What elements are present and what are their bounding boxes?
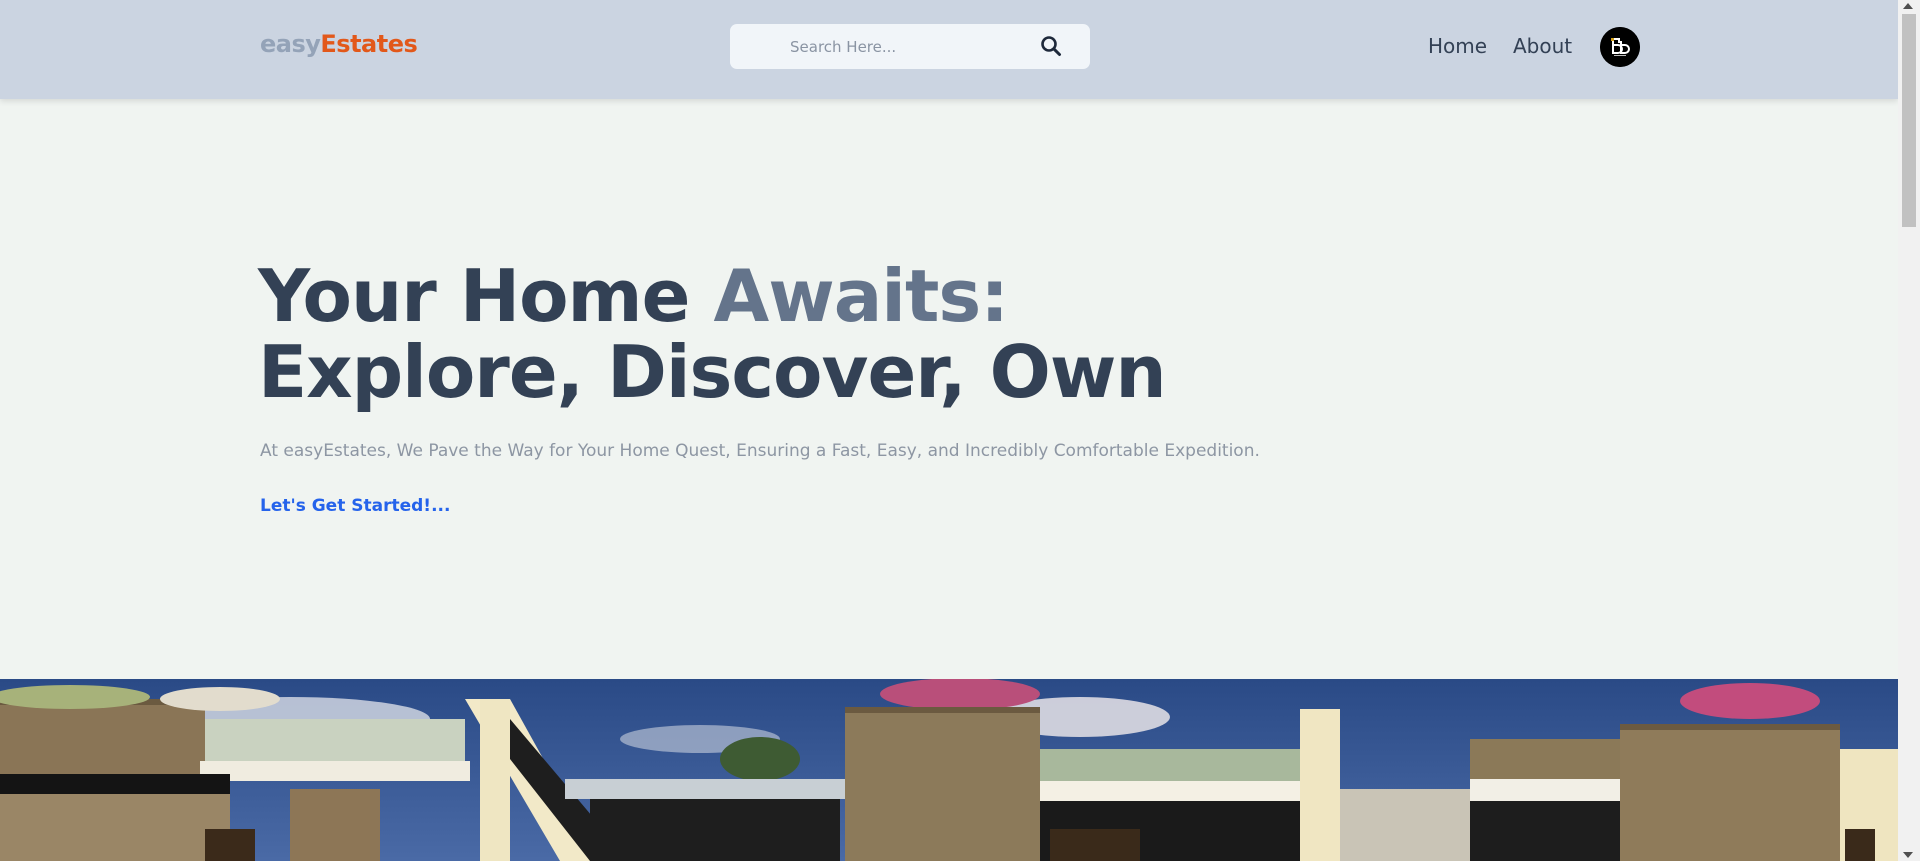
search-input[interactable] (790, 31, 1020, 62)
nav-about-link[interactable]: About (1513, 34, 1572, 58)
scroll-down-icon[interactable] (1903, 852, 1913, 858)
site-header: easyEstates Home About (0, 0, 1898, 99)
search-icon (1041, 36, 1061, 56)
page: easyEstates Home About Your Home (0, 0, 1898, 861)
hero-title-line2: Explore, Discover, Own (258, 330, 1167, 414)
hero-title: Your Home Awaits: Explore, Discover, Own (258, 258, 1358, 410)
user-avatar-icon (1600, 27, 1640, 67)
hero-title-part1: Your Home (258, 254, 714, 338)
page-scrollbar[interactable] (1898, 0, 1920, 861)
search-bar (730, 24, 1090, 69)
search-button[interactable] (1040, 35, 1062, 57)
scroll-up-icon[interactable] (1903, 3, 1913, 9)
logo-text-easy: easy (260, 30, 321, 58)
hero-title-accent: Awaits: (713, 254, 1009, 338)
nav-home-link[interactable]: Home (1428, 34, 1487, 58)
logo-text-estates: Estates (320, 30, 418, 58)
hero-subtitle: At easyEstates, We Pave the Way for Your… (260, 441, 1260, 461)
site-logo[interactable]: easyEstates (260, 30, 418, 58)
scroll-thumb[interactable] (1902, 14, 1916, 227)
get-started-link[interactable]: Let's Get Started!... (260, 496, 450, 516)
avatar[interactable] (1600, 27, 1640, 67)
hero-house-image (0, 679, 1898, 861)
